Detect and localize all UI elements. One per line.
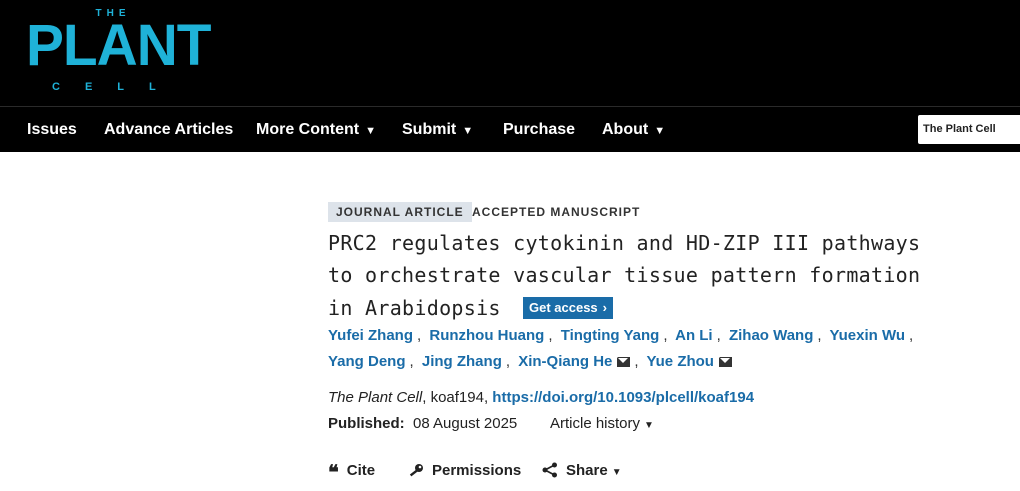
key-icon — [408, 462, 424, 479]
author-link[interactable]: Runzhou Huang — [429, 327, 544, 344]
cite-button[interactable]: ❝ Cite — [328, 460, 375, 484]
get-access-button[interactable]: Get access › — [523, 297, 614, 319]
the-plant-cell-logo[interactable]: THE PLANT CELL — [26, 8, 212, 94]
nav-issues[interactable]: Issues — [27, 107, 77, 153]
caret-down-icon: ▼ — [611, 467, 622, 478]
nav-purchase[interactable]: Purchase — [503, 107, 575, 153]
author-link[interactable]: An Li — [675, 327, 713, 344]
doi-link[interactable]: https://doi.org/10.1093/plcell/koaf194 — [492, 389, 754, 406]
article-title-line-3: in Arabidopsis — [328, 296, 501, 320]
search-scope-select[interactable]: The Plant Cell — [918, 115, 1020, 144]
journal-name: The Plant Cell — [328, 389, 423, 406]
article-status-badge: ACCEPTED MANUSCRIPT — [472, 205, 641, 219]
logo-plant: PLANT — [26, 13, 212, 78]
email-icon[interactable] — [718, 357, 732, 367]
caret-down-icon: ▼ — [644, 420, 654, 431]
published-line: Published: 08 August 2025 — [328, 415, 517, 432]
chevron-right-icon: › — [602, 300, 608, 315]
nav-submit[interactable]: Submit ▼ — [402, 107, 473, 153]
published-label: Published: — [328, 415, 405, 432]
permissions-button[interactable]: Permissions — [408, 462, 521, 479]
article-history-toggle[interactable]: Article history ▼ — [550, 415, 654, 432]
nav-more-content[interactable]: More Content ▼ — [256, 107, 376, 153]
nav-about[interactable]: About ▼ — [602, 107, 665, 153]
author-link[interactable]: Yue Zhou — [646, 353, 714, 370]
article-type-badge: JOURNAL ARTICLE — [328, 202, 472, 222]
site-header: THE PLANT CELL — [0, 0, 1020, 106]
article-id: koaf194 — [430, 389, 484, 406]
citation-line: The Plant Cell, koaf194, https://doi.org… — [328, 389, 755, 406]
quote-icon: ❝ — [328, 460, 339, 484]
logo-cell: CELL — [52, 81, 181, 93]
author-link[interactable]: Zihao Wang — [729, 327, 813, 344]
nav-advance-articles[interactable]: Advance Articles — [104, 107, 233, 153]
share-button[interactable]: Share ▼ — [542, 462, 622, 479]
caret-down-icon: ▼ — [654, 125, 666, 137]
author-link[interactable]: Yuexin Wu — [829, 327, 905, 344]
author-link[interactable]: Yufei Zhang — [328, 327, 413, 344]
author-list-line-2: Yang Deng, Jing Zhang, Xin-Qiang He, Yue… — [328, 352, 732, 372]
article-title-line-2: to orchestrate vascular tissue pattern f… — [328, 263, 921, 287]
email-icon[interactable] — [617, 357, 631, 367]
caret-down-icon: ▼ — [462, 125, 474, 137]
share-icon — [542, 462, 558, 479]
author-link[interactable]: Jing Zhang — [422, 353, 502, 370]
author-list-line-1: Yufei Zhang, Runzhou Huang, Tingting Yan… — [328, 327, 914, 344]
author-link[interactable]: Xin-Qiang He — [518, 353, 612, 370]
main-nav: Issues Advance Articles More Content ▼ Su… — [0, 106, 1020, 152]
published-date: 08 August 2025 — [413, 415, 518, 432]
caret-down-icon: ▼ — [365, 125, 376, 137]
author-link[interactable]: Yang Deng — [328, 353, 406, 370]
author-link[interactable]: Tingting Yang — [561, 327, 660, 344]
article-title-line-1: PRC2 regulates cytokinin and HD-ZIP III … — [328, 231, 921, 255]
